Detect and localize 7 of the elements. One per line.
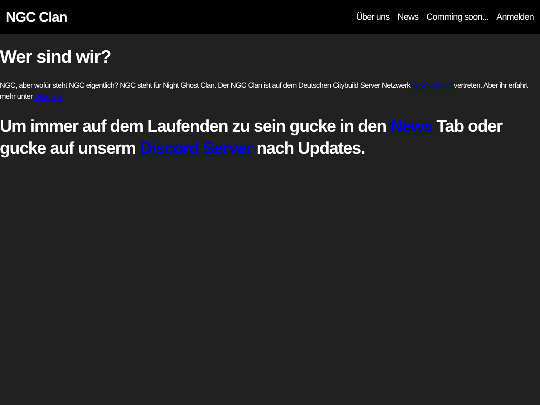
- nav-link[interactable]: Comming soon...: [426, 12, 489, 22]
- section-heading: Wer sind wir?: [0, 47, 112, 68]
- nav-link[interactable]: News: [398, 12, 419, 22]
- nav-link[interactable]: Anmelden: [496, 12, 534, 22]
- brand-link[interactable]: NGC Clan: [6, 9, 68, 25]
- callout-text: Um immer auf dem Laufenden zu sein gucke in den News Tab oder gucke auf unserm Discord Server nach Updates.: [0, 116, 504, 160]
- nav-link[interactable]: Über uns: [356, 12, 390, 22]
